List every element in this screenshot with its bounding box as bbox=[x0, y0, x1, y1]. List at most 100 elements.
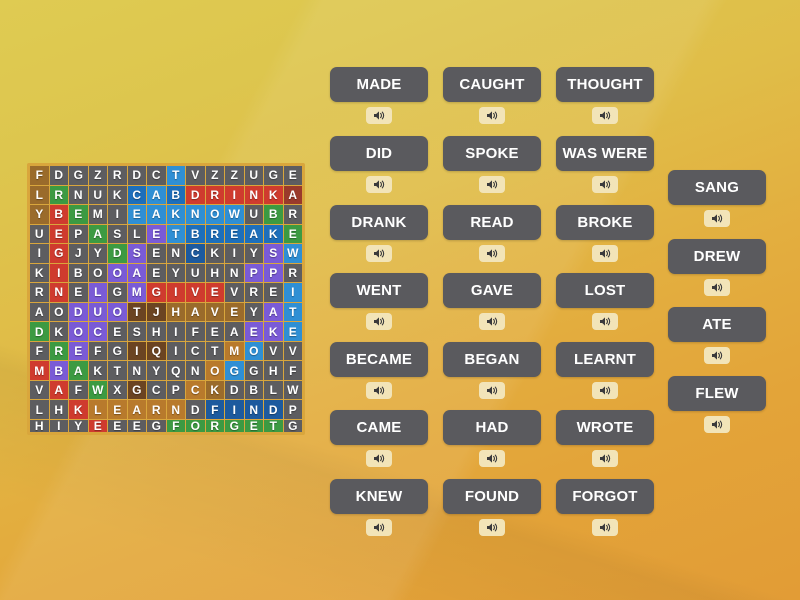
grid-cell[interactable]: U bbox=[244, 205, 263, 224]
grid-cell[interactable]: B bbox=[69, 263, 88, 283]
word-button[interactable]: WAS WERE bbox=[556, 136, 654, 171]
grid-cell[interactable]: I bbox=[225, 400, 244, 419]
word-button[interactable]: DID bbox=[330, 136, 428, 171]
speaker-icon[interactable] bbox=[479, 176, 505, 193]
grid-cell[interactable]: G bbox=[283, 420, 302, 432]
grid-cell[interactable]: K bbox=[264, 322, 283, 341]
word-button[interactable]: DRANK bbox=[330, 205, 428, 240]
grid-cell[interactable]: D bbox=[108, 244, 127, 263]
word-button[interactable]: HAD bbox=[443, 410, 541, 445]
speaker-icon[interactable] bbox=[704, 279, 730, 296]
grid-cell[interactable]: V bbox=[186, 166, 205, 185]
grid-cell[interactable]: B bbox=[244, 380, 263, 400]
grid-cell[interactable]: R bbox=[205, 420, 224, 432]
grid-cell[interactable]: Y bbox=[69, 420, 88, 432]
speaker-icon[interactable] bbox=[479, 313, 505, 330]
grid-cell[interactable]: C bbox=[127, 185, 146, 205]
grid-cell[interactable]: L bbox=[88, 283, 107, 302]
grid-cell[interactable]: Y bbox=[244, 302, 263, 322]
grid-cell[interactable]: A bbox=[147, 185, 166, 205]
grid-cell[interactable]: S bbox=[127, 322, 146, 341]
grid-cell[interactable]: K bbox=[69, 400, 88, 419]
grid-cell[interactable]: F bbox=[205, 400, 224, 419]
grid-cell[interactable]: Y bbox=[30, 205, 49, 224]
grid-cell[interactable]: D bbox=[49, 166, 68, 185]
grid-cell[interactable]: B bbox=[166, 185, 185, 205]
grid-cell[interactable]: H bbox=[49, 400, 68, 419]
grid-cell[interactable]: N bbox=[49, 283, 68, 302]
grid-cell[interactable]: U bbox=[30, 224, 49, 244]
grid-cell[interactable]: A bbox=[127, 400, 146, 419]
word-button[interactable]: LEARNT bbox=[556, 342, 654, 377]
grid-cell[interactable]: A bbox=[147, 205, 166, 224]
speaker-icon[interactable] bbox=[592, 313, 618, 330]
grid-cell[interactable]: O bbox=[205, 205, 224, 224]
grid-cell[interactable]: R bbox=[49, 341, 68, 361]
grid-cell[interactable]: W bbox=[283, 380, 302, 400]
grid-cell[interactable]: C bbox=[147, 166, 166, 185]
grid-cell[interactable]: M bbox=[88, 205, 107, 224]
grid-cell[interactable]: E bbox=[69, 205, 88, 224]
grid-cell[interactable]: E bbox=[69, 283, 88, 302]
grid-cell[interactable]: E bbox=[127, 420, 146, 432]
grid-cell[interactable]: R bbox=[49, 185, 68, 205]
grid-cell[interactable]: V bbox=[225, 283, 244, 302]
grid-cell[interactable]: R bbox=[205, 185, 224, 205]
grid-cell[interactable]: R bbox=[108, 166, 127, 185]
grid-cell[interactable]: V bbox=[186, 283, 205, 302]
grid-cell[interactable]: E bbox=[127, 205, 146, 224]
speaker-icon[interactable] bbox=[592, 107, 618, 124]
grid-cell[interactable]: F bbox=[30, 166, 49, 185]
grid-cell[interactable]: T bbox=[127, 302, 146, 322]
grid-cell[interactable]: G bbox=[108, 341, 127, 361]
grid-cell[interactable]: Z bbox=[205, 166, 224, 185]
grid-cell[interactable]: O bbox=[88, 263, 107, 283]
grid-cell[interactable]: A bbox=[127, 263, 146, 283]
grid-cell[interactable]: G bbox=[147, 420, 166, 432]
grid-cell[interactable]: C bbox=[88, 322, 107, 341]
grid-cell[interactable]: D bbox=[225, 380, 244, 400]
speaker-icon[interactable] bbox=[479, 107, 505, 124]
grid-cell[interactable]: K bbox=[264, 224, 283, 244]
word-button[interactable]: THOUGHT bbox=[556, 67, 654, 102]
grid-cell[interactable]: U bbox=[88, 185, 107, 205]
grid-cell[interactable]: A bbox=[30, 302, 49, 322]
grid-cell[interactable]: E bbox=[69, 341, 88, 361]
grid-cell[interactable]: E bbox=[283, 166, 302, 185]
grid-cell[interactable]: D bbox=[186, 185, 205, 205]
grid-cell[interactable]: J bbox=[147, 302, 166, 322]
grid-cell[interactable]: R bbox=[283, 205, 302, 224]
grid-cell[interactable]: K bbox=[166, 205, 185, 224]
grid-cell[interactable]: I bbox=[127, 341, 146, 361]
grid-cell[interactable]: N bbox=[244, 185, 263, 205]
grid-cell[interactable]: L bbox=[264, 380, 283, 400]
grid-cell[interactable]: L bbox=[30, 185, 49, 205]
grid-cell[interactable]: E bbox=[283, 224, 302, 244]
grid-cell[interactable]: T bbox=[108, 361, 127, 380]
word-button[interactable]: BEGAN bbox=[443, 342, 541, 377]
grid-cell[interactable]: H bbox=[147, 322, 166, 341]
grid-cell[interactable]: I bbox=[49, 420, 68, 432]
grid-cell[interactable]: W bbox=[88, 380, 107, 400]
grid-cell[interactable]: E bbox=[244, 420, 263, 432]
grid-cell[interactable]: B bbox=[186, 224, 205, 244]
grid-cell[interactable]: E bbox=[147, 224, 166, 244]
grid-cell[interactable]: G bbox=[264, 166, 283, 185]
speaker-icon[interactable] bbox=[366, 176, 392, 193]
word-button[interactable]: FOUND bbox=[443, 479, 541, 514]
grid-cell[interactable]: N bbox=[244, 400, 263, 419]
grid-cell[interactable]: E bbox=[147, 263, 166, 283]
grid-cell[interactable]: H bbox=[205, 263, 224, 283]
grid-cell[interactable]: E bbox=[205, 283, 224, 302]
grid-cell[interactable]: T bbox=[283, 302, 302, 322]
grid-cell[interactable]: V bbox=[264, 341, 283, 361]
speaker-icon[interactable] bbox=[704, 210, 730, 227]
grid-cell[interactable]: O bbox=[108, 263, 127, 283]
grid-cell[interactable]: H bbox=[30, 420, 49, 432]
grid-cell[interactable]: C bbox=[186, 341, 205, 361]
word-button[interactable]: GAVE bbox=[443, 273, 541, 308]
grid-cell[interactable]: I bbox=[283, 283, 302, 302]
grid-cell[interactable]: P bbox=[244, 263, 263, 283]
grid-cell[interactable]: F bbox=[69, 380, 88, 400]
grid-cell[interactable]: Z bbox=[88, 166, 107, 185]
